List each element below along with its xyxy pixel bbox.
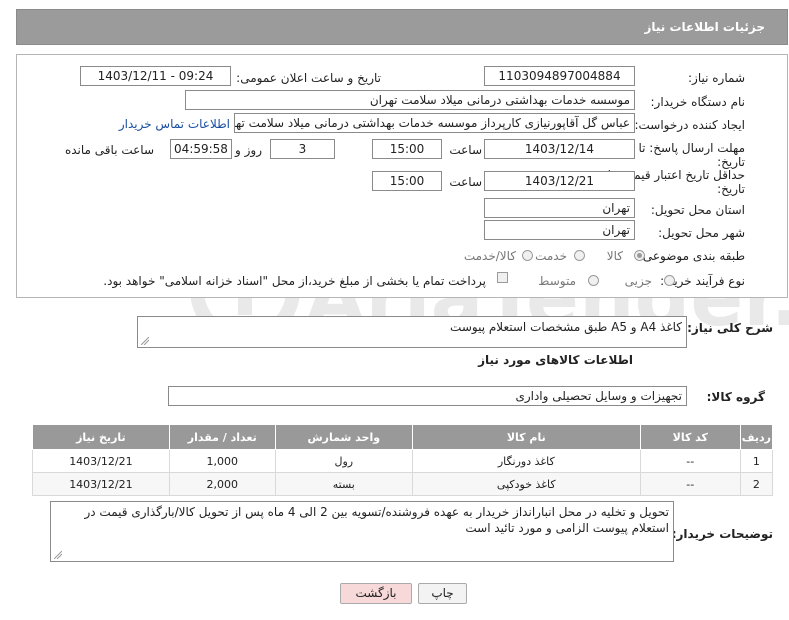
buyer-contact-link[interactable]: اطلاعات تماس خریدار bbox=[119, 117, 230, 131]
city-label: شهر محل تحویل: bbox=[658, 226, 745, 240]
goods-group-label: گروه کالا: bbox=[706, 390, 765, 404]
description-label: شرح کلی نیاز: bbox=[687, 321, 773, 335]
need-number-field[interactable]: 1103094897004884 bbox=[484, 66, 635, 86]
cell-unit: رول bbox=[274, 449, 413, 473]
requester-label: ایجاد کننده درخواست: bbox=[634, 118, 745, 132]
deadline-label: مهلت ارسال پاسخ: تا bbox=[638, 141, 745, 155]
back-button[interactable]: بازگشت bbox=[340, 583, 412, 604]
validity-time-label: ساعت bbox=[449, 175, 482, 189]
col-header-unit: واحد شمارش bbox=[274, 424, 413, 450]
need-number-label: شماره نیاز: bbox=[688, 71, 745, 85]
province-label: استان محل تحویل: bbox=[650, 203, 745, 217]
cell-name: کاغذ دورنگار bbox=[411, 449, 641, 473]
page-title: جزئیات اطلاعات نیاز bbox=[644, 20, 765, 34]
col-header-code: کد کالا bbox=[639, 424, 741, 450]
cell-index: 1 bbox=[739, 449, 774, 473]
col-header-index: ردیف bbox=[739, 424, 774, 450]
col-header-name: نام کالا bbox=[411, 424, 641, 450]
treasury-payment-text: پرداخت تمام یا بخشی از مبلغ خرید،از محل … bbox=[103, 274, 486, 288]
page-header: جزئیات اطلاعات نیاز bbox=[16, 9, 788, 45]
goods-group-field[interactable]: تجهیزات و وسایل تحصیلی واداری bbox=[168, 386, 687, 406]
table-row[interactable]: 2 -- کاغذ خودکپی بسته 2,000 1403/12/21 bbox=[32, 472, 774, 496]
cell-unit: بسته bbox=[274, 472, 413, 496]
print-button[interactable]: چاپ bbox=[418, 583, 467, 604]
table-row[interactable]: 1 -- کاغذ دورنگار رول 1,000 1403/12/21 bbox=[32, 449, 774, 473]
buyer-notes-label: توضیحات خریدار: bbox=[671, 527, 773, 541]
cell-code: -- bbox=[639, 472, 741, 496]
category-goods-service-label: کالا/خدمت bbox=[463, 249, 516, 263]
col-header-qty: تعداد / مقدار bbox=[168, 424, 276, 450]
category-service-label: خدمت bbox=[535, 249, 567, 263]
process-minor-radio[interactable] bbox=[664, 275, 675, 286]
deadline-date-field[interactable]: 1403/12/14 bbox=[484, 139, 635, 159]
buyer-org-field[interactable]: موسسه خدمات بهداشتی درمانی میلاد سلامت ت… bbox=[185, 90, 635, 110]
remaining-time-field[interactable]: 04:59:58 bbox=[170, 139, 232, 159]
description-text: کاغذ A4 و A5 طبق مشخصات استعلام پیوست bbox=[450, 320, 682, 334]
city-field[interactable]: تهران bbox=[484, 220, 635, 240]
validity-date-field[interactable]: 1403/12/21 bbox=[484, 171, 635, 191]
category-label: طبقه بندی موضوعی: bbox=[638, 249, 745, 263]
cell-code: -- bbox=[639, 449, 741, 473]
announce-datetime-field[interactable]: 1403/12/11 - 09:24 bbox=[80, 66, 231, 86]
cell-date: 1403/12/21 bbox=[32, 472, 170, 496]
remaining-time-label: ساعت باقی مانده bbox=[64, 143, 154, 157]
process-medium-label: متوسط bbox=[538, 274, 576, 288]
validity-label-date: تاریخ: bbox=[717, 182, 745, 196]
deadline-time-field[interactable]: 15:00 bbox=[372, 139, 442, 159]
cell-qty: 1,000 bbox=[168, 449, 276, 473]
process-medium-radio[interactable] bbox=[588, 275, 599, 286]
resize-grip-icon[interactable] bbox=[141, 337, 149, 345]
cell-index: 2 bbox=[739, 472, 774, 496]
cell-qty: 2,000 bbox=[168, 472, 276, 496]
category-goods-label: کالا bbox=[606, 249, 623, 263]
description-textarea[interactable]: کاغذ A4 و A5 طبق مشخصات استعلام پیوست bbox=[137, 316, 687, 348]
buyer-notes-textarea[interactable]: تحویل و تخلیه در محل انبارانداز خریدار ب… bbox=[50, 501, 674, 562]
category-goods-radio[interactable] bbox=[634, 250, 645, 261]
goods-section-title: اطلاعات کالاهای مورد نیاز bbox=[478, 353, 633, 367]
process-minor-label: جزیی bbox=[624, 274, 652, 288]
days-remaining-field[interactable]: 3 bbox=[270, 139, 335, 159]
goods-table: ردیف کد کالا نام کالا واحد شمارش تعداد /… bbox=[32, 424, 774, 496]
deadline-time-label: ساعت bbox=[449, 143, 482, 157]
cell-name: کاغذ خودکپی bbox=[411, 472, 641, 496]
col-header-date: تاریخ نیاز bbox=[32, 424, 170, 450]
days-label: روز و bbox=[235, 143, 262, 157]
requester-field[interactable]: عباس گل آقاپورنیازی کارپرداز موسسه خدمات… bbox=[234, 113, 635, 133]
buyer-notes-text: تحویل و تخلیه در محل انبارانداز خریدار ب… bbox=[84, 505, 669, 535]
category-goods-service-radio[interactable] bbox=[522, 250, 533, 261]
resize-grip-icon[interactable] bbox=[54, 551, 62, 559]
treasury-payment-checkbox[interactable] bbox=[497, 272, 508, 283]
category-service-radio[interactable] bbox=[574, 250, 585, 261]
validity-time-field[interactable]: 15:00 bbox=[372, 171, 442, 191]
province-field[interactable]: تهران bbox=[484, 198, 635, 218]
announce-label: تاریخ و ساعت اعلان عمومی: bbox=[236, 71, 381, 85]
table-header-row: ردیف کد کالا نام کالا واحد شمارش تعداد /… bbox=[32, 424, 774, 450]
cell-date: 1403/12/21 bbox=[32, 449, 170, 473]
buyer-org-label: نام دستگاه خریدار: bbox=[650, 95, 746, 109]
deadline-label-date: تاریخ: bbox=[717, 155, 745, 169]
